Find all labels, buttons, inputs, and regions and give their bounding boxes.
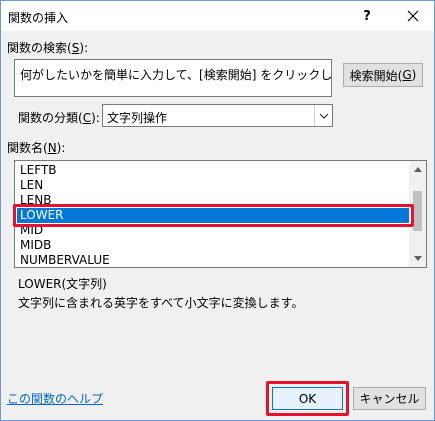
search-label: 関数の検索(S): <box>7 41 89 55</box>
function-help-link[interactable]: この関数のヘルプ <box>7 390 103 407</box>
cancel-button[interactable]: キャンセル <box>353 387 426 410</box>
search-input[interactable]: 何がしたいかを簡単に入力して、[検索開始] をクリックしてください。 <box>14 59 332 97</box>
category-select[interactable]: 文字列操作 <box>102 104 333 127</box>
list-item[interactable]: LEN <box>17 178 410 193</box>
scroll-thumb[interactable] <box>413 191 422 231</box>
title-bar: 関数の挿入 ? <box>1 1 434 31</box>
help-button[interactable]: ? <box>349 1 385 31</box>
ok-highlight-box <box>266 381 349 416</box>
function-description: 文字列に含まれる英字をすべて小文字に変換します。 <box>18 296 304 310</box>
search-button[interactable]: 検索開始(G) <box>343 63 423 87</box>
lower-highlight-box <box>13 204 414 227</box>
chevron-down-icon[interactable] <box>314 105 332 126</box>
insert-function-dialog: 関数の挿入 ? 関数の検索(S): 何がしたいかを簡単に入力して、[検索開始] … <box>0 0 435 421</box>
scroll-down-icon[interactable] <box>409 250 426 267</box>
scroll-up-icon[interactable] <box>409 161 426 178</box>
category-label: 関数の分類(C): <box>18 111 100 125</box>
close-button[interactable] <box>395 1 431 31</box>
function-signature: LOWER(文字列) <box>18 277 107 291</box>
function-name-label: 関数名(N): <box>7 141 66 155</box>
category-selected-value: 文字列操作 <box>107 111 168 125</box>
list-item[interactable]: NUMBERVALUE <box>17 253 410 267</box>
window-title: 関数の挿入 <box>8 11 69 25</box>
close-icon <box>407 10 419 22</box>
list-item[interactable]: MIDB <box>17 238 410 253</box>
list-item[interactable]: LEFTB <box>17 163 410 178</box>
